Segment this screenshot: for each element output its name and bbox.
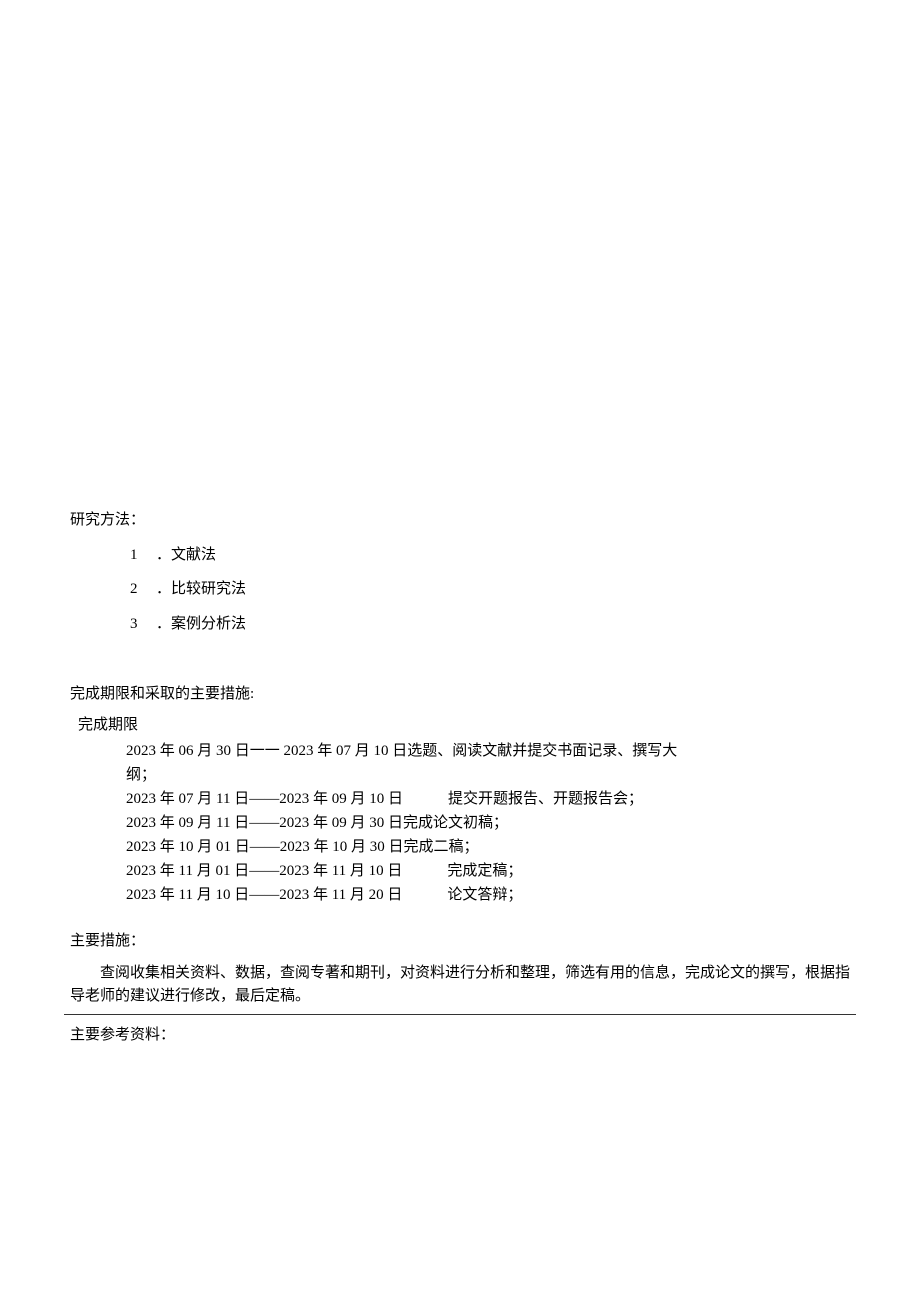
completion-deadline-section: 完成期限和采取的主要措施: 完成期限 2023 年 06 月 30 日一一 20… — [70, 680, 850, 907]
main-measures-heading: 主要措施： — [70, 927, 850, 956]
research-methods-heading: 研究方法： — [70, 506, 850, 535]
list-item-number: 3 — [130, 610, 156, 639]
completion-sub-heading: 完成期限 — [70, 711, 850, 740]
main-measures-body: 查阅收集相关资料、数据，查阅专著和期刊，对资料进行分析和整理，筛选有用的信息，完… — [70, 962, 850, 1009]
completion-heading: 完成期限和采取的主要措施: — [70, 680, 850, 709]
schedule-row: 2023 年 06 月 30 日一一 2023 年 07 月 10 日选题、阅读… — [126, 739, 850, 763]
schedule-row: 2023 年 11 月 01 日——2023 年 11 月 10 日 完成定稿； — [126, 859, 850, 883]
list-item-text: ．文献法 — [156, 547, 216, 563]
list-item: 2．比较研究法 — [130, 575, 850, 604]
list-item-number: 1 — [130, 541, 156, 570]
schedule-row: 纲； — [126, 763, 850, 787]
references-section: 主要参考资料： — [70, 1021, 850, 1050]
list-item: 1．文献法 — [130, 541, 850, 570]
schedule-row: 2023 年 10 月 01 日——2023 年 10 月 30 日完成二稿； — [126, 835, 850, 859]
list-item-text: ．案例分析法 — [156, 616, 246, 632]
schedule-row: 2023 年 07 月 11 日——2023 年 09 月 10 日 提交开题报… — [126, 787, 850, 811]
schedule-list: 2023 年 06 月 30 日一一 2023 年 07 月 10 日选题、阅读… — [126, 739, 850, 907]
schedule-row: 2023 年 11 月 10 日——2023 年 11 月 20 日 论文答辩； — [126, 883, 850, 907]
research-methods-list: 1．文献法 2．比较研究法 3．案例分析法 — [70, 541, 850, 639]
schedule-row: 2023 年 09 月 11 日——2023 年 09 月 30 日完成论文初稿… — [126, 811, 850, 835]
list-item-number: 2 — [130, 575, 156, 604]
document-page: 研究方法： 1．文献法 2．比较研究法 3．案例分析法 完成期限和采取的主要措施… — [0, 0, 920, 1050]
list-item: 3．案例分析法 — [130, 610, 850, 639]
list-item-text: ．比较研究法 — [156, 581, 246, 597]
main-measures-section: 主要措施： 查阅收集相关资料、数据，查阅专著和期刊，对资料进行分析和整理，筛选有… — [70, 927, 850, 1008]
section-divider — [64, 1014, 856, 1015]
references-heading: 主要参考资料： — [70, 1021, 850, 1050]
